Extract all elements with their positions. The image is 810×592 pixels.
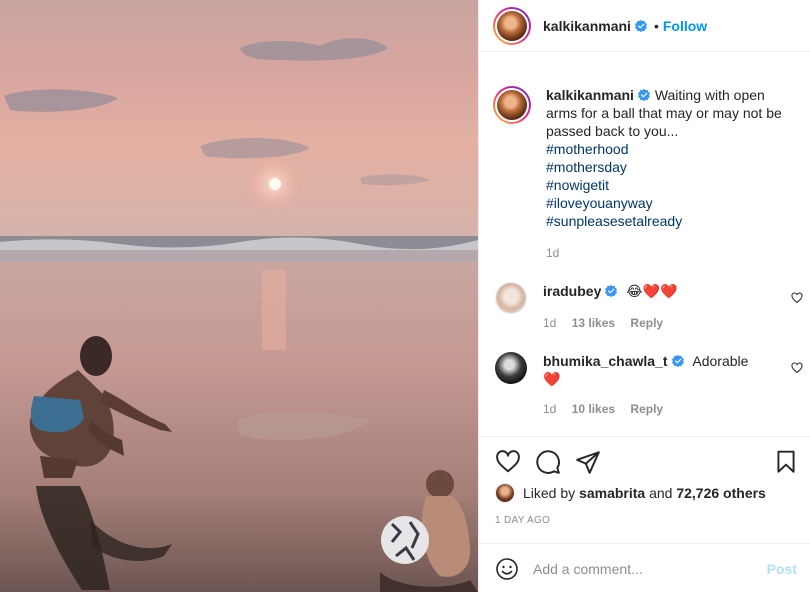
caption-author-avatar[interactable] <box>493 86 531 124</box>
verified-badge-icon <box>605 284 618 298</box>
hashtag-link[interactable]: #nowigetit <box>546 176 786 194</box>
comment-meta: 1d 13 likes Reply <box>543 314 763 332</box>
reply-button[interactable]: Reply <box>630 316 663 330</box>
liker-avatar[interactable] <box>495 483 515 503</box>
comment-input[interactable] <box>533 560 743 577</box>
comment-time[interactable]: 1d <box>543 402 556 416</box>
post-date[interactable]: 1 DAY AGO <box>495 515 550 526</box>
caption-timestamp[interactable]: 1d <box>546 246 786 260</box>
comment-emoji: ❤️ <box>543 371 561 387</box>
likes-connector: and <box>649 485 673 501</box>
commenter-avatar[interactable] <box>495 352 527 384</box>
comment-likes[interactable]: 10 likes <box>572 402 615 416</box>
post-actions-section: Liked by samabrita and 72,726 others 1 D… <box>479 436 810 592</box>
hashtag-link[interactable]: #motherhood <box>546 140 786 158</box>
comment-likes[interactable]: 13 likes <box>572 316 615 330</box>
comment-text: Adorable <box>692 353 749 369</box>
comment-text: 😂❤️❤️ <box>626 283 678 299</box>
follow-button[interactable]: Follow <box>663 18 707 34</box>
emoji-icon[interactable] <box>495 557 519 581</box>
likes-summary: Liked by samabrita and 72,726 others <box>495 483 766 503</box>
comment-meta: 1d 10 likes Reply <box>543 400 763 418</box>
caption-text-block: kalkikanmani Waiting with open arms for … <box>546 86 786 230</box>
verified-badge-icon <box>637 88 650 102</box>
comment-item: iradubey 😂❤️❤️ 1d 13 likes Reply <box>495 282 803 332</box>
caption-username[interactable]: kalkikanmani <box>546 87 634 103</box>
comment-like-heart-icon[interactable] <box>791 292 803 304</box>
hashtag-link[interactable]: #sunpleasesetalready <box>546 212 786 230</box>
beach-sunset-image <box>0 0 478 592</box>
action-icon-row <box>495 449 799 475</box>
liker-username[interactable]: samabrita <box>579 485 645 501</box>
post-caption: kalkikanmani Waiting with open arms for … <box>493 86 803 260</box>
likes-prefix: Liked by <box>523 485 576 501</box>
author-avatar[interactable] <box>493 6 531 45</box>
separator-dot: • <box>653 17 659 34</box>
verified-badge-icon <box>634 19 647 32</box>
likes-count-link[interactable]: 72,726 others <box>676 485 766 501</box>
hashtag-link[interactable]: #iloveyouanyway <box>546 194 786 212</box>
commenter-avatar[interactable] <box>495 282 527 314</box>
commenter-username[interactable]: iradubey <box>543 283 601 299</box>
comment-icon[interactable] <box>535 449 561 475</box>
add-comment-bar: Post <box>479 543 810 592</box>
comment-time[interactable]: 1d <box>543 316 556 330</box>
bookmark-icon[interactable] <box>773 449 799 475</box>
share-icon[interactable] <box>575 449 601 475</box>
author-username[interactable]: kalkikanmani <box>543 18 631 34</box>
post-comment-button[interactable]: Post <box>767 561 797 577</box>
post-photo[interactable] <box>0 0 478 592</box>
reply-button[interactable]: Reply <box>630 402 663 416</box>
commenter-username[interactable]: bhumika_chawla_t <box>543 353 668 369</box>
comment-like-heart-icon[interactable] <box>791 362 803 374</box>
comment-item: bhumika_chawla_t Adorable ❤️ 1d 10 likes… <box>495 352 803 418</box>
post-header: kalkikanmani • Follow <box>479 0 810 52</box>
post-side-panel: kalkikanmani • Follow kalkikanmani Waiti… <box>478 0 810 592</box>
hashtag-link[interactable]: #mothersday <box>546 158 786 176</box>
heart-icon[interactable] <box>495 449 521 475</box>
verified-badge-icon <box>671 354 684 368</box>
